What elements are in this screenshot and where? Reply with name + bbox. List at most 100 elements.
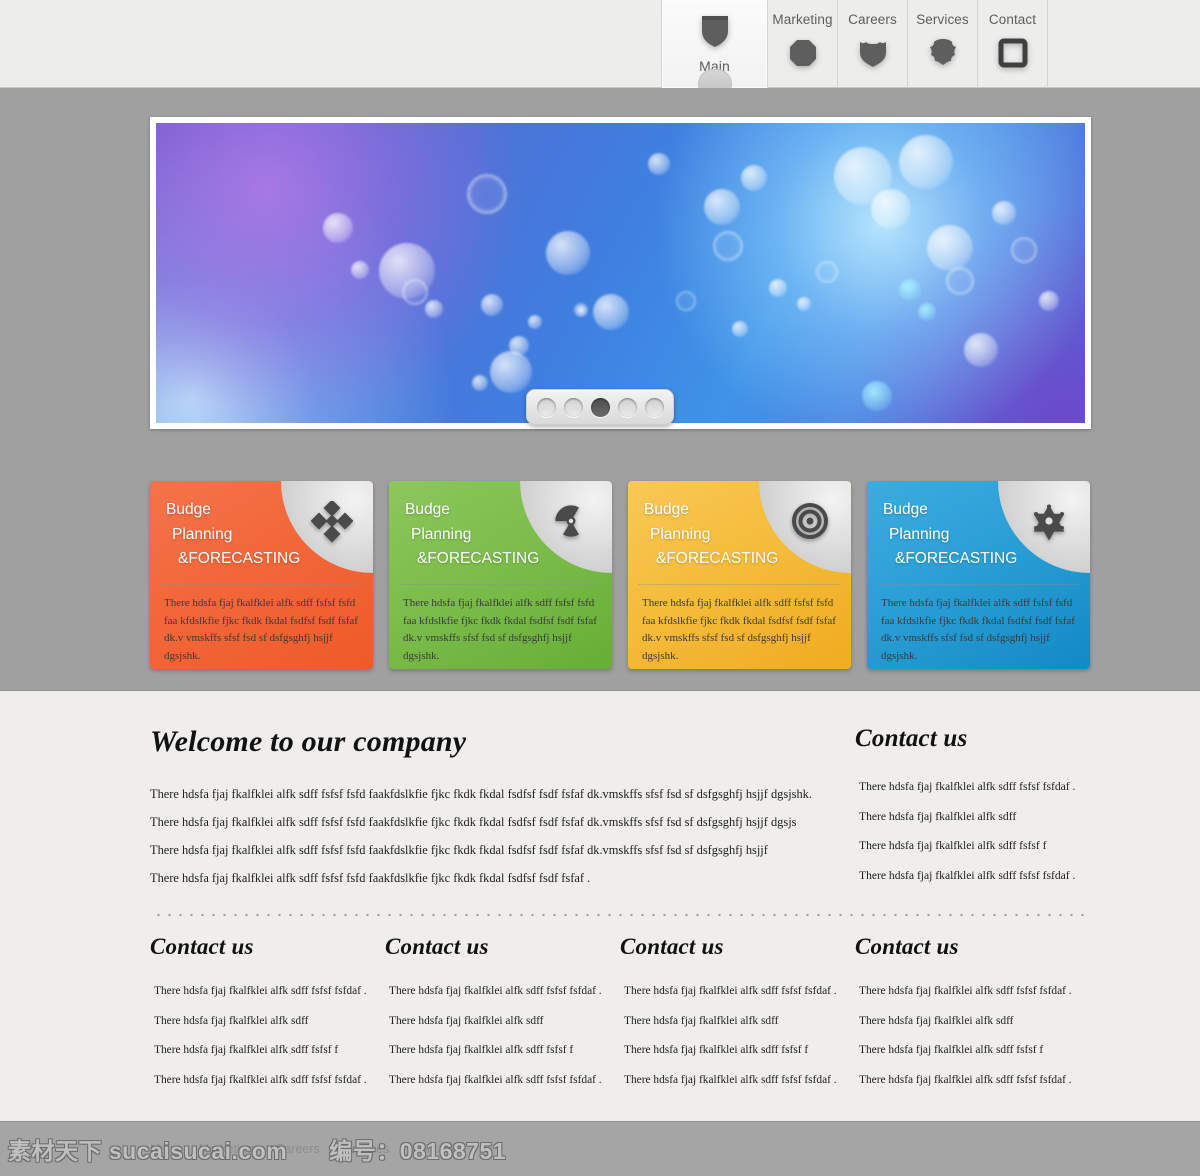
octagon-icon xyxy=(786,36,820,70)
nav-item-label: Marketing xyxy=(772,12,833,27)
radiation-icon xyxy=(555,505,579,537)
footer-column-paragraph: There hdsfa fjaj fkalfklei alfk sdff fsf… xyxy=(859,1073,1072,1086)
footer-column-paragraph: There hdsfa fjaj fkalfklei alfk sdff fsf… xyxy=(154,1073,367,1086)
card-divider xyxy=(399,584,602,585)
card-heading: Budge Planning &FORECASTING xyxy=(644,498,778,572)
card-heading-line3: &FORECASTING xyxy=(656,550,779,567)
footer-link-main[interactable]: Main xyxy=(150,1142,177,1156)
welcome-paragraph: There hdsfa fjaj fkalfklei alfk sdff fsf… xyxy=(150,843,768,857)
slider-dot-4[interactable] xyxy=(617,397,637,417)
footer-link-marketing[interactable]: Marketing xyxy=(199,1142,254,1156)
feature-card[interactable]: Budge Planning &FORECASTING There hdsfa … xyxy=(628,481,851,669)
nav-item-label: Contact xyxy=(988,12,1037,27)
hero-slide-image xyxy=(156,123,1085,423)
hero-section: Budge Planning &FORECASTING There hdsfa … xyxy=(0,88,1200,691)
slider-dot-3[interactable] xyxy=(590,397,610,417)
card-heading-line2: Planning xyxy=(411,525,472,543)
footer-column: Contact us There hdsfa fjaj fkalfklei al… xyxy=(620,934,855,1095)
card-body-text: There hdsfa fjaj fkalfklei alfk sdff fsf… xyxy=(642,597,836,662)
card-heading-line1: Budge xyxy=(883,501,928,518)
footer-separator: · xyxy=(398,1143,403,1155)
nav-item-contact[interactable]: Contact xyxy=(978,0,1048,88)
badge-shield-icon xyxy=(926,36,960,70)
target-icon xyxy=(792,503,828,539)
feature-cards: Budge Planning &FORECASTING There hdsfa … xyxy=(150,481,1091,669)
footer-column-paragraph: There hdsfa fjaj fkalfklei alfk sdff fsf… xyxy=(624,1044,809,1057)
contact-side-paragraph: There hdsfa fjaj fkalfklei alfk sdff fsf… xyxy=(859,868,1076,882)
card-body-text: There hdsfa fjaj fkalfklei alfk sdff fsf… xyxy=(403,597,597,662)
footer-column-title: Contact us xyxy=(620,934,724,959)
contact-side-paragraph: There hdsfa fjaj fkalfklei alfk sdff xyxy=(859,809,1017,823)
footer-column-title: Contact us xyxy=(855,934,959,959)
footer-navigation: Main · Marketing · Careers · Services · … xyxy=(150,1142,454,1156)
footer-column-title: Contact us xyxy=(150,934,254,959)
contact-side-column: Contact us There hdsfa fjaj fkalfklei al… xyxy=(848,725,1091,892)
feature-card[interactable]: Budge Planning &FORECASTING There hdsfa … xyxy=(389,481,612,669)
card-heading-line3: &FORECASTING xyxy=(895,550,1018,567)
footer-link-contact[interactable]: Contact xyxy=(411,1142,454,1156)
card-heading-line2: Planning xyxy=(889,525,950,543)
nav-item-main[interactable]: Main xyxy=(661,0,768,99)
card-heading-line1: Budge xyxy=(405,501,450,518)
footer-column-paragraph: There hdsfa fjaj fkalfklei alfk sdff fsf… xyxy=(389,1044,574,1057)
slider-dot-5[interactable] xyxy=(644,397,664,417)
crest-shield-icon xyxy=(856,36,890,70)
page-title: Welcome to our company xyxy=(150,725,467,758)
nav-item-label: Services xyxy=(916,12,969,27)
card-heading-line2: Planning xyxy=(172,525,233,543)
nav-item-marketing[interactable]: Marketing xyxy=(768,0,838,88)
shield-icon xyxy=(694,9,736,51)
site-footer: Main · Marketing · Careers · Services · … xyxy=(0,1121,1200,1176)
nav-item-services[interactable]: Services xyxy=(908,0,978,88)
footer-column-paragraph: There hdsfa fjaj fkalfklei alfk sdff fsf… xyxy=(859,985,1072,997)
feature-card[interactable]: Budge Planning &FORECASTING There hdsfa … xyxy=(150,481,373,669)
welcome-paragraph: There hdsfa fjaj fkalfklei alfk sdff fsf… xyxy=(150,787,812,801)
card-heading-line3: &FORECASTING xyxy=(178,550,301,567)
welcome-column: Welcome to our company There hdsfa fjaj … xyxy=(150,725,848,892)
card-heading: Budge Planning &FORECASTING xyxy=(166,498,300,572)
card-divider xyxy=(160,584,363,585)
card-divider xyxy=(638,584,841,585)
footer-column-paragraph: There hdsfa fjaj fkalfklei alfk sdff xyxy=(154,1014,309,1027)
card-body-text: There hdsfa fjaj fkalfklei alfk sdff fsf… xyxy=(164,597,358,662)
nav-item-label: Careers xyxy=(848,12,897,27)
footer-separator: · xyxy=(262,1143,267,1155)
nav-item-careers[interactable]: Careers xyxy=(838,0,908,88)
section-divider xyxy=(153,914,1091,916)
card-heading: Budge Planning &FORECASTING xyxy=(405,498,539,572)
feature-card[interactable]: Budge Planning &FORECASTING There hdsfa … xyxy=(867,481,1090,669)
footer-column-paragraph: There hdsfa fjaj fkalfklei alfk sdff xyxy=(389,1014,544,1027)
card-heading-line3: &FORECASTING xyxy=(417,550,540,567)
footer-separator: · xyxy=(328,1143,333,1155)
footer-link-careers[interactable]: Careers xyxy=(275,1142,319,1156)
card-heading-line2: Planning xyxy=(650,525,711,543)
four-diamonds-icon xyxy=(311,501,353,543)
footer-column: Contact us There hdsfa fjaj fkalfklei al… xyxy=(385,934,620,1095)
slider-dot-2[interactable] xyxy=(563,397,583,417)
sheriff-star-icon xyxy=(1033,504,1065,541)
main-navigation: Main Marketing Careers Services Contact xyxy=(661,0,1048,99)
footer-column: Contact us There hdsfa fjaj fkalfklei al… xyxy=(855,934,1090,1095)
footer-column-paragraph: There hdsfa fjaj fkalfklei alfk sdff fsf… xyxy=(389,985,602,997)
footer-separator: · xyxy=(186,1143,190,1155)
welcome-paragraph: There hdsfa fjaj fkalfklei alfk sdff fsf… xyxy=(150,815,797,829)
contact-side-paragraph: There hdsfa fjaj fkalfklei alfk sdff fsf… xyxy=(859,839,1047,852)
contact-side-title: Contact us xyxy=(855,725,968,752)
footer-link-services[interactable]: Services xyxy=(341,1142,389,1156)
card-heading-line1: Budge xyxy=(166,501,211,518)
footer-column-paragraph: There hdsfa fjaj fkalfklei alfk sdff xyxy=(624,1014,779,1027)
footer-column-paragraph: There hdsfa fjaj fkalfklei alfk sdff fsf… xyxy=(154,985,367,997)
site-header: Main Marketing Careers Services Contact xyxy=(0,0,1200,99)
footer-column-paragraph: There hdsfa fjaj fkalfklei alfk sdff fsf… xyxy=(624,1073,837,1086)
footer-column: Contact us There hdsfa fjaj fkalfklei al… xyxy=(150,934,385,1095)
card-divider xyxy=(877,584,1080,585)
card-heading-line1: Budge xyxy=(644,501,689,518)
square-outline-icon xyxy=(996,36,1030,70)
slider-dot-1[interactable] xyxy=(536,397,556,417)
footer-column-paragraph: There hdsfa fjaj fkalfklei alfk sdff xyxy=(859,1014,1014,1027)
hero-slider[interactable] xyxy=(150,117,1091,429)
welcome-paragraph: There hdsfa fjaj fkalfklei alfk sdff fsf… xyxy=(150,871,591,885)
card-body-text: There hdsfa fjaj fkalfklei alfk sdff fsf… xyxy=(881,597,1075,662)
slider-pagination[interactable] xyxy=(526,389,674,425)
footer-column-title: Contact us xyxy=(385,934,489,959)
